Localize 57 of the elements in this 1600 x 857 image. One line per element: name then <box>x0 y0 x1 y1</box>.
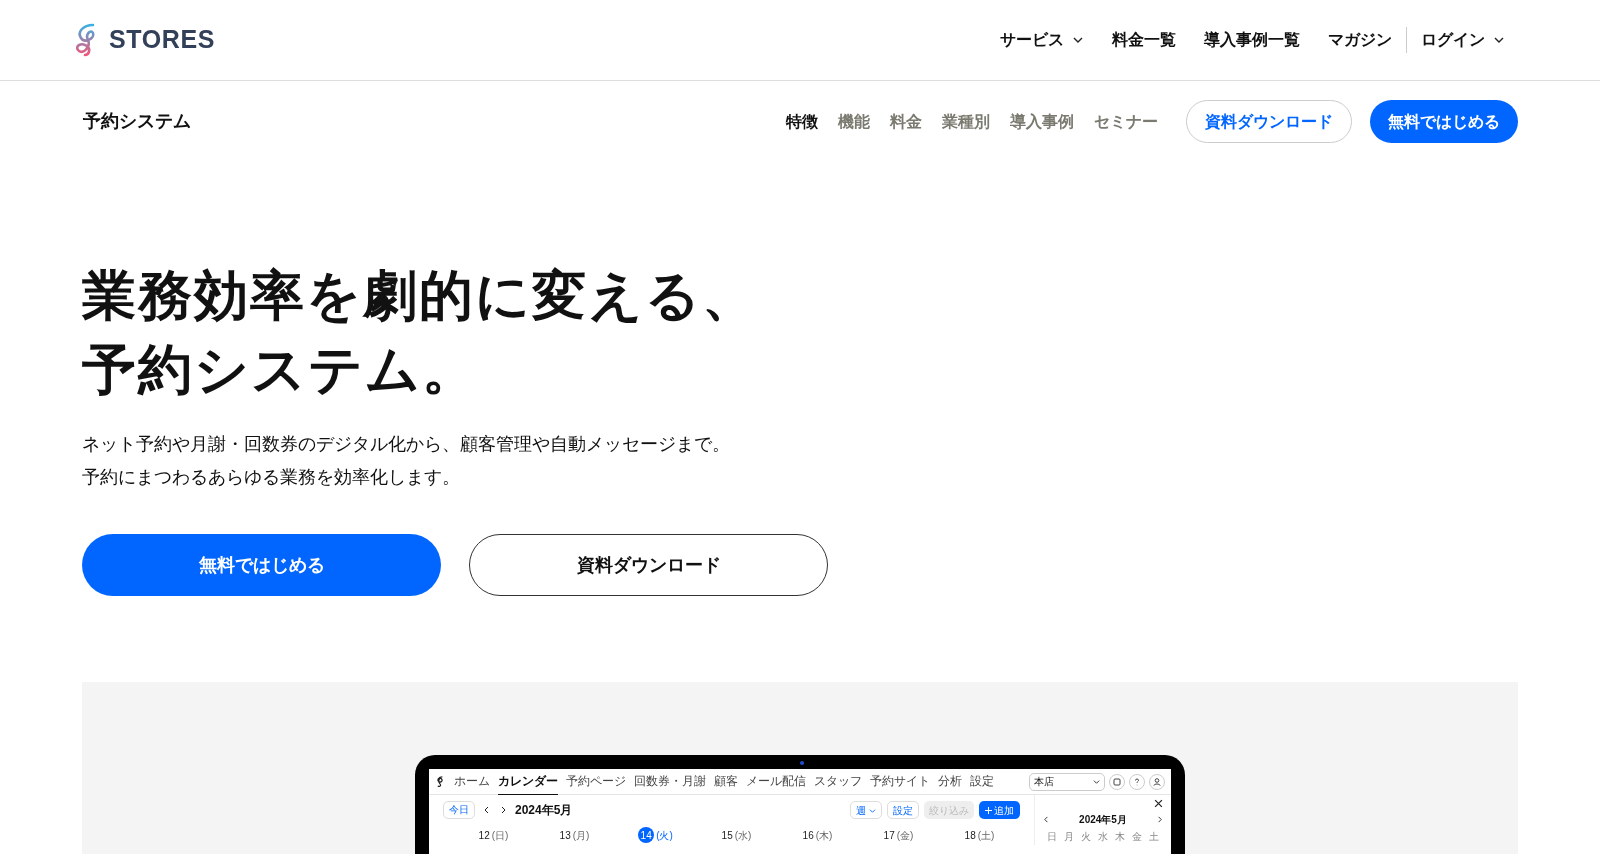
weekday-label: 金 <box>1131 830 1144 844</box>
login-link[interactable]: ログイン <box>1407 28 1505 52</box>
nav-link[interactable]: 料金一覧 <box>1098 28 1190 52</box>
section-link[interactable]: 料金 <box>880 109 932 134</box>
day-weekday: (水) <box>734 828 752 843</box>
app-nav-tab[interactable]: カレンダー <box>498 768 558 795</box>
weekday-label: 火 <box>1079 830 1092 844</box>
logo-wordmark[interactable]: STORES <box>109 21 216 59</box>
weekday-label: 木 <box>1114 830 1127 844</box>
mini-calendar-month: 2024年5月 <box>1079 813 1127 827</box>
section-link[interactable]: セミナー <box>1084 109 1168 134</box>
download-button[interactable]: 資料ダウンロード <box>1186 100 1352 143</box>
day-number[interactable]: 16 <box>802 827 814 843</box>
app-nav-tab[interactable]: ホーム <box>454 769 490 794</box>
day-weekday: (火) <box>656 828 673 843</box>
day-weekday: (月) <box>572 828 590 843</box>
app-nav-tab[interactable]: 分析 <box>938 769 962 794</box>
nav-link[interactable]: サービス <box>986 28 1098 52</box>
toolbar-button[interactable]: 設定 <box>887 801 919 819</box>
day-number[interactable]: 12 <box>478 827 490 843</box>
day-weekday: (金) <box>896 828 914 843</box>
download-button[interactable]: 資料ダウンロード <box>469 534 828 596</box>
start-free-button[interactable]: 無料ではじめる <box>82 534 441 596</box>
section-link[interactable]: 導入事例 <box>1000 109 1084 134</box>
add-button[interactable]: 追加 <box>979 801 1020 819</box>
store-select[interactable]: 本店 <box>1029 772 1105 791</box>
product-title: 予約システム <box>83 110 191 133</box>
hero-description: ネット予約や月謝・回数券のデジタル化から、顧客管理や自動メッセージまで。 予約にまつわるあらゆる業務を効率化します。 <box>82 433 731 489</box>
weekday-label: 月 <box>1062 830 1075 844</box>
app-nav-tab[interactable]: 設定 <box>970 769 994 794</box>
weekday-label: 日 <box>1045 830 1058 844</box>
day-weekday: (土) <box>977 828 995 843</box>
app-nav-tab[interactable]: スタッフ <box>814 769 862 794</box>
day-number[interactable]: 18 <box>964 827 976 843</box>
day-weekday: (日) <box>491 828 509 843</box>
weekday-label: 土 <box>1148 830 1161 844</box>
section-link[interactable]: 機能 <box>828 109 880 134</box>
nav-link[interactable]: マガジン <box>1314 28 1406 52</box>
day-number[interactable]: 17 <box>883 827 895 843</box>
today-button[interactable]: 今日 <box>443 801 475 819</box>
day-number[interactable]: 15 <box>721 827 733 843</box>
nav-link[interactable]: 導入事例一覧 <box>1190 28 1314 52</box>
day-weekday: (木) <box>815 828 833 843</box>
day-number[interactable]: 14 <box>638 827 655 843</box>
section-link[interactable]: 業種別 <box>932 109 1000 134</box>
weekday-label: 水 <box>1097 830 1109 844</box>
app-nav-tab[interactable]: メール配信 <box>746 769 806 794</box>
day-number[interactable]: 13 <box>559 827 571 843</box>
section-link[interactable]: 特徴 <box>776 109 828 134</box>
start-free-button[interactable]: 無料ではじめる <box>1370 100 1518 143</box>
hero-heading: 業務効率を劇的に変える、 予約システム。 <box>82 264 759 401</box>
app-nav-tab[interactable]: 予約サイト <box>870 769 930 794</box>
app-nav-tab[interactable]: 回数券・月謝 <box>634 769 706 794</box>
view-select[interactable]: 週 <box>850 801 882 819</box>
app-nav-tab[interactable]: 顧客 <box>714 769 738 794</box>
month-title: 2024年5月 <box>515 802 573 819</box>
app-nav-tab[interactable]: 予約ページ <box>566 769 626 794</box>
